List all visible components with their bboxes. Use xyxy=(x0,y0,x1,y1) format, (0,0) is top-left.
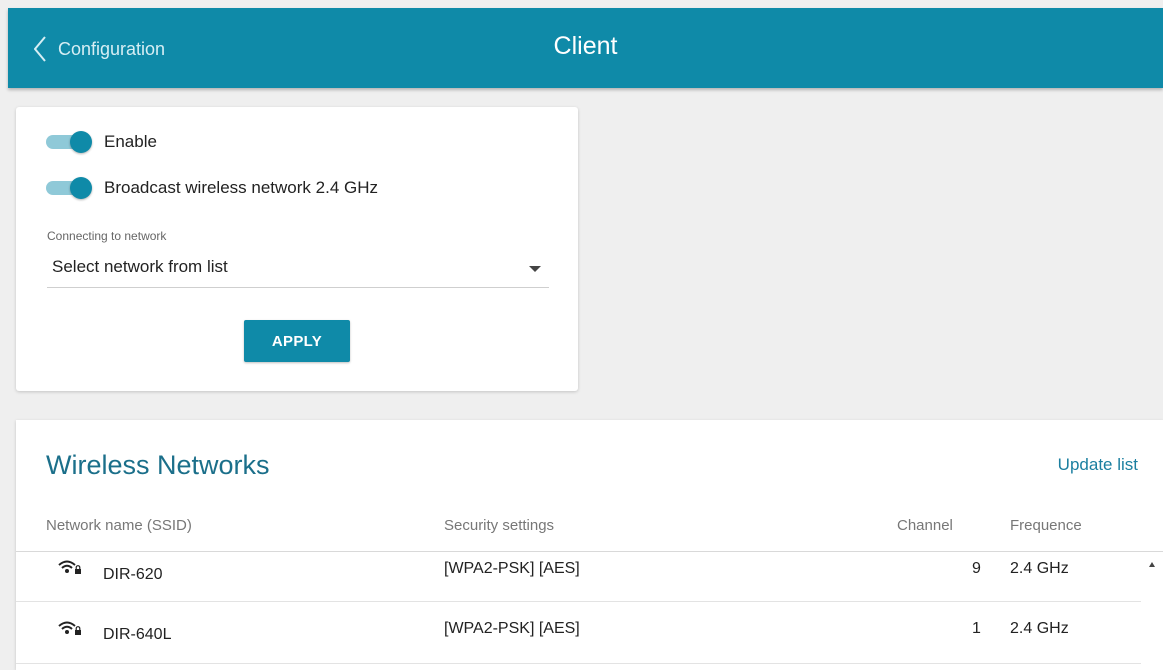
security-cell: [WPA2-PSK] [AES] xyxy=(444,560,580,577)
ssid-cell: DIR-620 xyxy=(103,566,163,583)
channel-cell: 9 xyxy=(972,560,981,577)
apply-button[interactable]: APPLY xyxy=(244,320,350,362)
client-settings-card: Enable Broadcast wireless network 2.4 GH… xyxy=(16,107,578,391)
channel-cell: 1 xyxy=(972,620,981,637)
toggle-switch[interactable] xyxy=(46,131,92,153)
frequence-cell: 2.4 GHz xyxy=(1010,620,1069,637)
column-header-channel: Channel xyxy=(897,517,953,534)
enable-toggle[interactable]: Enable xyxy=(46,130,157,154)
network-select[interactable]: Select network from list xyxy=(47,251,549,288)
broadcast-toggle[interactable]: Broadcast wireless network 2.4 GHz xyxy=(46,176,378,200)
security-cell: [WPA2-PSK] [AES] xyxy=(444,620,580,637)
column-header-ssid: Network name (SSID) xyxy=(46,517,192,534)
network-select-value: Select network from list xyxy=(52,257,228,276)
toggle-switch[interactable] xyxy=(46,177,92,199)
wireless-networks-card: Wireless Networks Update list Network na… xyxy=(16,420,1163,670)
wifi-locked-icon xyxy=(58,560,81,574)
enable-label: Enable xyxy=(104,132,157,151)
dropdown-arrow-icon xyxy=(529,266,541,272)
ssid-cell: DIR-640L xyxy=(103,626,172,643)
top-bar: Configuration Client xyxy=(8,8,1163,88)
update-list-link[interactable]: Update list xyxy=(1058,455,1138,475)
column-header-frequence: Frequence xyxy=(1010,517,1082,534)
broadcast-label: Broadcast wireless network 2.4 GHz xyxy=(104,178,378,197)
column-header-security: Security settings xyxy=(444,517,555,534)
frequence-cell: 2.4 GHz xyxy=(1010,560,1069,577)
table-row[interactable]: DIR-620 [WPA2-PSK] [AES] 9 2.4 GHz xyxy=(16,552,1141,602)
table-row[interactable]: DIR-640L [WPA2-PSK] [AES] 1 2.4 GHz xyxy=(16,602,1141,664)
network-select-caption: Connecting to network xyxy=(47,229,167,243)
section-title: Wireless Networks xyxy=(46,450,270,480)
scroll-up-arrow-icon[interactable] xyxy=(1149,562,1155,567)
page-title: Client xyxy=(553,32,618,60)
wifi-locked-icon xyxy=(58,621,81,635)
